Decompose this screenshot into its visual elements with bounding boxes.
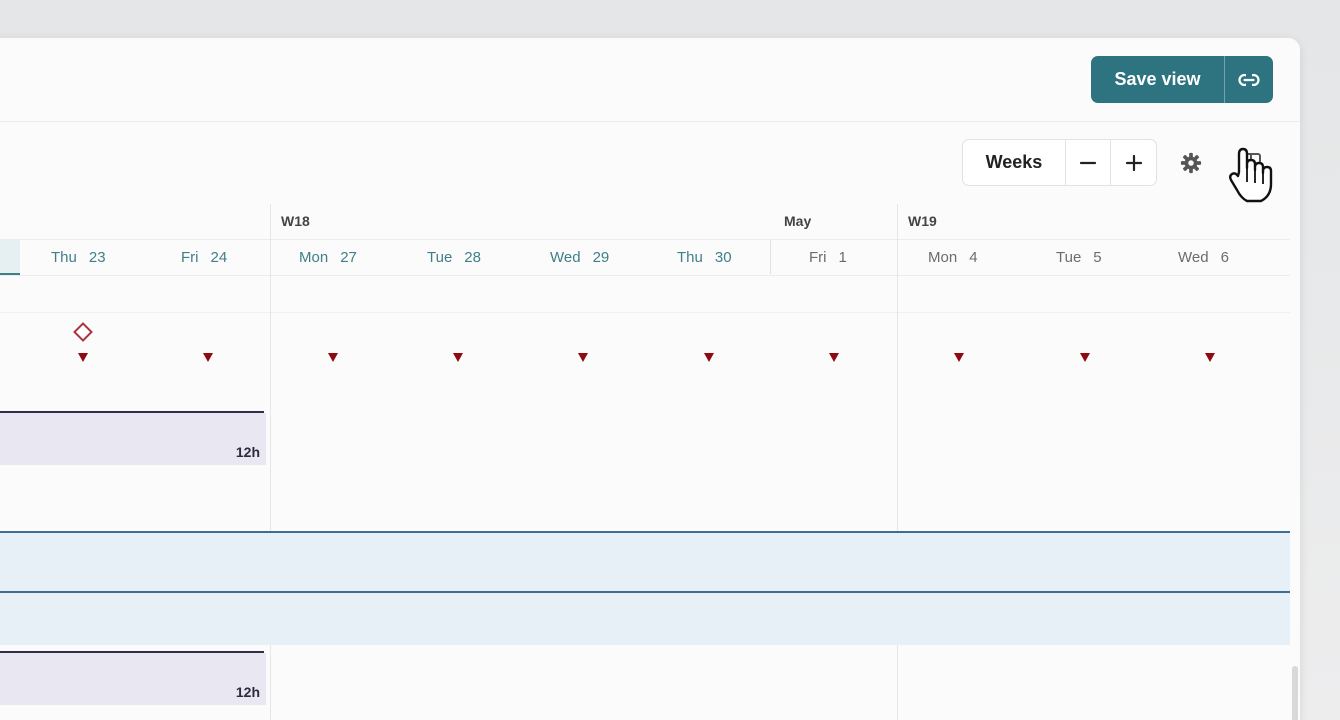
zoom-level-button[interactable]: Weeks — [963, 140, 1065, 185]
zoom-in-button[interactable] — [1111, 140, 1156, 185]
plus-icon — [1125, 154, 1142, 171]
minus-icon — [1080, 161, 1097, 164]
sidebar-panel-icon — [1245, 153, 1261, 173]
diamond-milestone-icon[interactable] — [72, 321, 94, 343]
range-highlight — [0, 240, 20, 275]
timeline-grid: W18 May W19 Thu 23 Fri 24 Mon 27 Tue 28 Wed 2… — [0, 204, 1290, 720]
triangle-down-icon — [578, 353, 588, 362]
hours-label: 12h — [235, 444, 260, 460]
triangle-down-icon — [1205, 353, 1215, 362]
save-view-button[interactable]: Save view — [1091, 56, 1224, 103]
month-label-may: May — [784, 213, 812, 229]
link-icon — [1238, 72, 1260, 87]
work-package-bar[interactable]: 12h — [0, 413, 266, 465]
zoom-control: Weeks — [962, 139, 1157, 186]
triangle-down-icon — [328, 353, 338, 362]
work-package-bar[interactable]: 12h — [0, 653, 266, 705]
hours-label: 12h — [235, 684, 260, 700]
group-band[interactable] — [0, 593, 1290, 645]
range-end-divider — [770, 240, 771, 274]
zoom-out-button[interactable] — [1066, 140, 1111, 185]
day-label: Thu 30 — [677, 249, 732, 266]
day-label: Wed 29 — [550, 249, 610, 266]
day-label: Thu 23 — [51, 249, 106, 266]
header-divider — [0, 275, 1290, 276]
week-label-w18: W18 — [281, 213, 310, 229]
day-label: Tue 28 — [427, 249, 481, 266]
top-bar: Save view — [0, 38, 1300, 122]
triangle-down-icon — [203, 353, 213, 362]
day-label: Mon 27 — [299, 249, 357, 266]
triangle-down-icon — [954, 353, 964, 362]
gear-icon — [1180, 152, 1202, 174]
day-label: Fri 1 — [809, 249, 847, 266]
row-divider — [0, 312, 1290, 313]
day-label: Mon 4 — [928, 249, 978, 266]
group-band[interactable] — [0, 533, 1290, 591]
app-window: Save view Weeks W18 May W19 Thu 23 Fri 2… — [0, 38, 1300, 720]
sidebar-toggle-button[interactable] — [1238, 148, 1268, 178]
screen: Save view Weeks W18 May W19 Thu 23 Fri 2… — [0, 0, 1340, 720]
day-label: Tue 5 — [1056, 249, 1102, 266]
day-label: Wed 6 — [1178, 249, 1229, 266]
triangle-down-icon — [78, 353, 88, 362]
save-view-group: Save view — [1091, 56, 1273, 103]
day-label: Fri 24 — [181, 249, 228, 266]
triangle-down-icon — [453, 353, 463, 362]
header-divider — [0, 239, 1290, 240]
week-label-w19: W19 — [908, 213, 937, 229]
triangle-down-icon — [829, 353, 839, 362]
settings-button[interactable] — [1176, 148, 1206, 178]
vertical-scrollbar[interactable] — [1292, 666, 1298, 720]
triangle-down-icon — [1080, 353, 1090, 362]
copy-link-button[interactable] — [1225, 56, 1273, 103]
triangle-down-icon — [704, 353, 714, 362]
